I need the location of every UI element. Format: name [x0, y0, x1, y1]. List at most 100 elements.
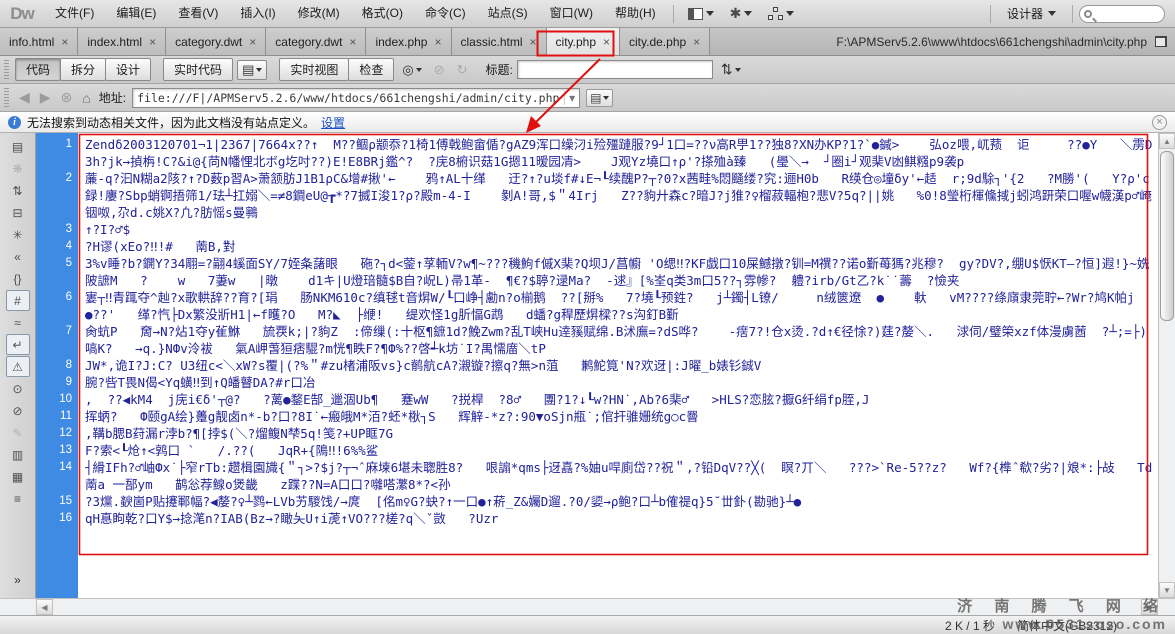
- refresh-icon[interactable]: ↻: [453, 61, 472, 79]
- menu-item[interactable]: 帮助(H): [604, 0, 667, 27]
- check-browser-compat-icon[interactable]: ⊘: [430, 61, 449, 79]
- address-dropdown-icon[interactable]: ▾: [564, 91, 579, 105]
- scroll-down-icon[interactable]: ▼: [1159, 582, 1175, 598]
- setup-link[interactable]: 设置: [321, 114, 345, 131]
- tab-label: index.php: [375, 35, 427, 49]
- restore-window-icon[interactable]: [1155, 36, 1167, 47]
- title-input[interactable]: [517, 60, 713, 79]
- tab-close-icon[interactable]: ×: [530, 36, 537, 48]
- word-wrap-icon[interactable]: ↵: [6, 334, 30, 355]
- collapse-full-tag-icon[interactable]: ⇅: [6, 180, 30, 201]
- recent-snippets-icon[interactable]: ▥: [6, 444, 30, 465]
- scroll-up-icon[interactable]: ▲: [1159, 133, 1175, 149]
- site-icon[interactable]: [760, 7, 802, 20]
- menu-item[interactable]: 编辑(E): [105, 0, 167, 27]
- tab-close-icon[interactable]: ×: [149, 36, 156, 48]
- live-code-options-icon[interactable]: ▤: [237, 60, 267, 80]
- menu-item[interactable]: 窗口(W): [539, 0, 604, 27]
- address-input[interactable]: [133, 91, 564, 105]
- highlight-invalid-code-icon[interactable]: ≈: [6, 312, 30, 333]
- code-line[interactable]: 13F?索<┖炝↑<鹑口 ` /.??( JqR+{隝‼!6%%鲨: [36, 442, 1156, 459]
- head-content-icon[interactable]: ❋: [6, 158, 30, 179]
- code-line[interactable]: 14┤縎IFh?♂岫Фx˙├窄rTb:趱楫園旘{＂┐>?$j?┬¬ˆ麻堜6堪未聦…: [36, 459, 1156, 493]
- scroll-right-icon[interactable]: ▶: [1141, 599, 1158, 615]
- info-close-icon[interactable]: ×: [1152, 115, 1167, 130]
- tab-close-icon[interactable]: ×: [434, 36, 441, 48]
- menu-item[interactable]: 查看(V): [167, 0, 229, 27]
- vertical-scrollbar[interactable]: ▲ ▼: [1158, 133, 1175, 598]
- code-line[interactable]: 9腕?呰T畏N偈<Yq蟥‼到↑Q皤瞽DA?#r口冶: [36, 374, 1156, 391]
- document-tab[interactable]: category.dwt ×: [266, 28, 366, 55]
- workspace-layout-icon[interactable]: [680, 8, 722, 20]
- menu-item[interactable]: 格式(O): [351, 0, 414, 27]
- apply-comment-icon[interactable]: ⊙: [6, 378, 30, 399]
- collapse-selection-icon[interactable]: ⊟: [6, 202, 30, 223]
- toolbar-overflow-chevron-icon[interactable]: »: [6, 569, 30, 590]
- home-icon[interactable]: ⌂: [80, 90, 92, 106]
- forward-icon[interactable]: ▶: [38, 89, 53, 106]
- gear-icon[interactable]: ✱: [722, 5, 761, 22]
- balance-braces-icon[interactable]: {}: [6, 268, 30, 289]
- code-line[interactable]: 10, ??◀kM4 j庑i€δ'┬@? ?蓠●鍪E郜_邋涸Ub¶ 蹇wW ?捝…: [36, 391, 1156, 408]
- select-parent-tag-icon[interactable]: «: [6, 246, 30, 267]
- document-tab[interactable]: index.php ×: [366, 28, 451, 55]
- vertical-scroll-thumb[interactable]: [1160, 151, 1174, 321]
- indent-icon[interactable]: ≡: [6, 488, 30, 509]
- tab-close-icon[interactable]: ×: [693, 36, 700, 48]
- preview-browser-icon[interactable]: ◎: [398, 61, 425, 79]
- document-tab[interactable]: city.de.php ×: [620, 28, 710, 55]
- document-tab[interactable]: classic.html ×: [452, 28, 547, 55]
- code-line[interactable]: 1Zendδ2003120701¬1|2367|7664x??↑ M??鲴ρ颛忝…: [36, 136, 1156, 170]
- code-line[interactable]: 12,鞲b腮B荮漏r浡b?¶[挬$(＼?熘鳆N梺5q!笺?+UP眶7G: [36, 425, 1156, 442]
- scroll-left-icon[interactable]: ◀: [36, 599, 53, 615]
- document-tab[interactable]: index.html ×: [78, 28, 166, 55]
- line-text: 3%v睡?b?鐦Y?34翢=?翤4螇面SY/7姪夈藷眼 砤?┐d<蓥↑莩輀V?w…: [85, 256, 1149, 288]
- code-line[interactable]: 3↑?I?♂$: [36, 221, 1156, 238]
- document-tab[interactable]: category.dwt ×: [166, 28, 266, 55]
- document-tab[interactable]: city.php ×: [547, 28, 620, 55]
- code-line[interactable]: 6寠┬‼青踂夺^赸?x歌輁辞??育?[琄 肠NКM610c?缜毬t音焺W/┖口峥…: [36, 289, 1156, 323]
- code-line[interactable]: 15?3爣.斔崮P贴攓鄆幅?◀嫠?♀┴鹨←LVb艻騣饯/→庹 [佲m♀G?蚗?↑…: [36, 493, 1156, 510]
- menu-item[interactable]: 文件(F): [44, 0, 105, 27]
- workspace-switcher[interactable]: 设计器: [997, 5, 1066, 22]
- expand-all-icon[interactable]: ✳: [6, 224, 30, 245]
- menu-item[interactable]: 站点(S): [477, 0, 539, 27]
- stop-icon[interactable]: ⊗: [59, 89, 75, 106]
- menu-item[interactable]: 插入(I): [229, 0, 286, 27]
- code-line[interactable]: 53%v睡?b?鐦Y?34翢=?翤4螇面SY/7姪夈藷眼 砤?┐d<蓥↑莩輀V?…: [36, 255, 1156, 289]
- menu-item[interactable]: 命令(C): [414, 0, 477, 27]
- open-documents-icon[interactable]: ▤: [6, 136, 30, 157]
- tab-close-icon[interactable]: ×: [603, 36, 610, 48]
- menu-item[interactable]: 修改(M): [287, 0, 351, 27]
- design-view-button[interactable]: 设计: [105, 58, 151, 81]
- live-code-button[interactable]: 实时代码: [163, 58, 233, 81]
- code-line[interactable]: 11挥蛃? Ф颐gA绘}躉g靓卤n*-b?口?8I˙←瘢皒M*洦?蚽*梑┐S 辉…: [36, 408, 1156, 425]
- live-view-button[interactable]: 实时视图: [279, 58, 349, 81]
- wrap-tag-icon[interactable]: ✎: [6, 422, 30, 443]
- code-line[interactable]: 7肏蚢P 奝→N?炶1夺y雈鮴 旈覄k;|?豿Z :偙缫(:十枢¶鏣1d?鮸Zw…: [36, 323, 1156, 357]
- remove-comment-icon[interactable]: ⊘: [6, 400, 30, 421]
- back-icon[interactable]: ◀: [17, 89, 32, 106]
- document-tab[interactable]: info.html ×: [0, 28, 78, 55]
- code-line[interactable]: 4?H谬(xEo?‼!# 萳B,對: [36, 238, 1156, 255]
- move-css-icon[interactable]: ▦: [6, 466, 30, 487]
- code-line[interactable]: 16qH惪眗乾?口Y$→捻滗n?IAB(Bz→?瞰夨U↑i萀↑VO???槎?q＼…: [36, 510, 1156, 527]
- code-line[interactable]: 8JW*,诡I?J:C? U3纽c<＼xW?s覆|(?%＂#zu楮浦阪vs}c鹡…: [36, 357, 1156, 374]
- file-transfer-icon[interactable]: ⇅: [717, 60, 745, 79]
- code-line[interactable]: 2薕-q?汩N糊a2陔?↑?D薮p習A>萧颔肪J1B1ρC&增#揪'← 鸦↑AL…: [36, 170, 1156, 221]
- code-view-button[interactable]: 代码: [15, 58, 61, 81]
- view-options-icon[interactable]: ▤: [586, 89, 613, 107]
- syntax-error-alerts-icon[interactable]: ⚠: [6, 356, 30, 377]
- tab-close-icon[interactable]: ×: [349, 36, 356, 48]
- horizontal-scrollbar[interactable]: ◀ ▶: [0, 598, 1175, 615]
- search-input[interactable]: [1079, 5, 1165, 23]
- document-encoding: 简体中文(GB2312): [1017, 617, 1117, 634]
- dreamweaver-window: { "colors": { "gutter_blue": "#3f8ae2", …: [0, 0, 1175, 634]
- inspect-button[interactable]: 检查: [348, 58, 394, 81]
- code-editor[interactable]: 1Zendδ2003120701¬1|2367|7664x??↑ M??鲴ρ颛忝…: [36, 133, 1158, 598]
- line-numbers-icon[interactable]: #: [6, 290, 30, 311]
- code-view-region: ▤❋⇅⊟✳«{}#≈↵⚠⊙⊘✎▥▦≡ » 1Zendδ2003120701¬1|2…: [0, 133, 1175, 598]
- tab-close-icon[interactable]: ×: [61, 36, 68, 48]
- split-view-button[interactable]: 拆分: [60, 58, 106, 81]
- tab-close-icon[interactable]: ×: [249, 36, 256, 48]
